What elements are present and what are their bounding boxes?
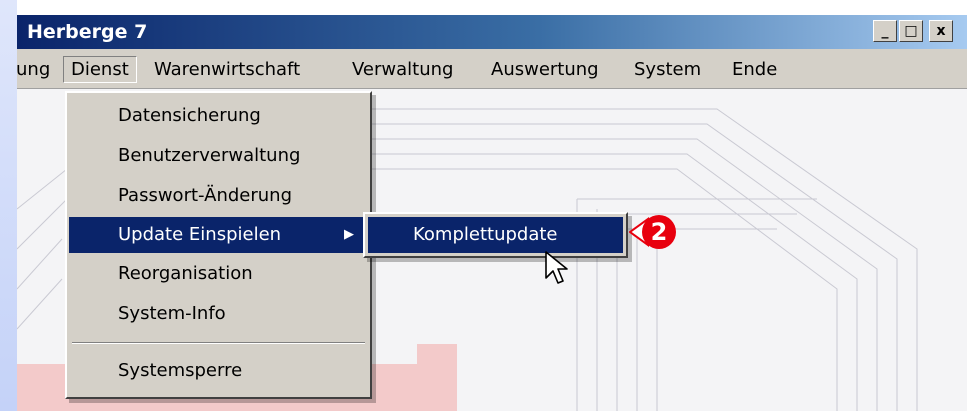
minimize-button[interactable]: _ (873, 20, 897, 42)
background-strip (0, 0, 17, 411)
menu-item-ende[interactable]: Ende (725, 56, 784, 83)
menu-option-systemsperre[interactable]: Systemsperre (69, 353, 368, 389)
close-button[interactable]: x (929, 20, 953, 42)
menu-option-update-einspielen-label: Update Einspielen (118, 224, 282, 245)
menu-option-update-einspielen[interactable]: Update Einspielen ▶ (69, 217, 368, 253)
callout-badge: 2 (642, 215, 676, 249)
update-submenu: Komplettupdate (363, 212, 628, 258)
menu-item-auswertung[interactable]: Auswertung (484, 56, 606, 83)
title-bar: Herberge 7 _ □ x (17, 15, 967, 49)
submenu-arrow-icon: ▶ (344, 227, 354, 242)
maximize-button[interactable]: □ (899, 20, 923, 42)
arrow-cursor-icon (545, 251, 568, 284)
menu-option-benutzerverwaltung[interactable]: Benutzerverwaltung (69, 138, 368, 174)
menu-item-warenwirtschaft[interactable]: Warenwirtschaft (147, 56, 307, 83)
close-icon: x (936, 23, 946, 39)
menu-option-komplettupdate[interactable]: Komplettupdate (368, 217, 623, 253)
menu-item-system[interactable]: System (627, 56, 708, 83)
window-title: Herberge 7 (27, 21, 148, 43)
dienst-dropdown-menu: Datensicherung Benutzerverwaltung Passwo… (65, 91, 372, 399)
menu-item-partial[interactable]: ung (17, 56, 57, 83)
minimize-icon: _ (881, 23, 889, 39)
menu-item-verwaltung[interactable]: Verwaltung (345, 56, 460, 83)
menu-option-datensicherung[interactable]: Datensicherung (69, 98, 368, 134)
maximize-icon: □ (904, 23, 918, 39)
app-window: Herberge 7 _ □ x ung Dienst Warenwirtsch… (17, 15, 967, 411)
menu-separator (72, 342, 365, 344)
menu-option-system-info[interactable]: System-Info (69, 296, 368, 332)
menu-bar: ung Dienst Warenwirtschaft Verwaltung Au… (17, 49, 967, 89)
menu-item-dienst[interactable]: Dienst (63, 56, 137, 83)
menu-option-reorganisation[interactable]: Reorganisation (69, 256, 368, 292)
menu-option-passwort-aenderung[interactable]: Passwort-Änderung (69, 178, 368, 214)
